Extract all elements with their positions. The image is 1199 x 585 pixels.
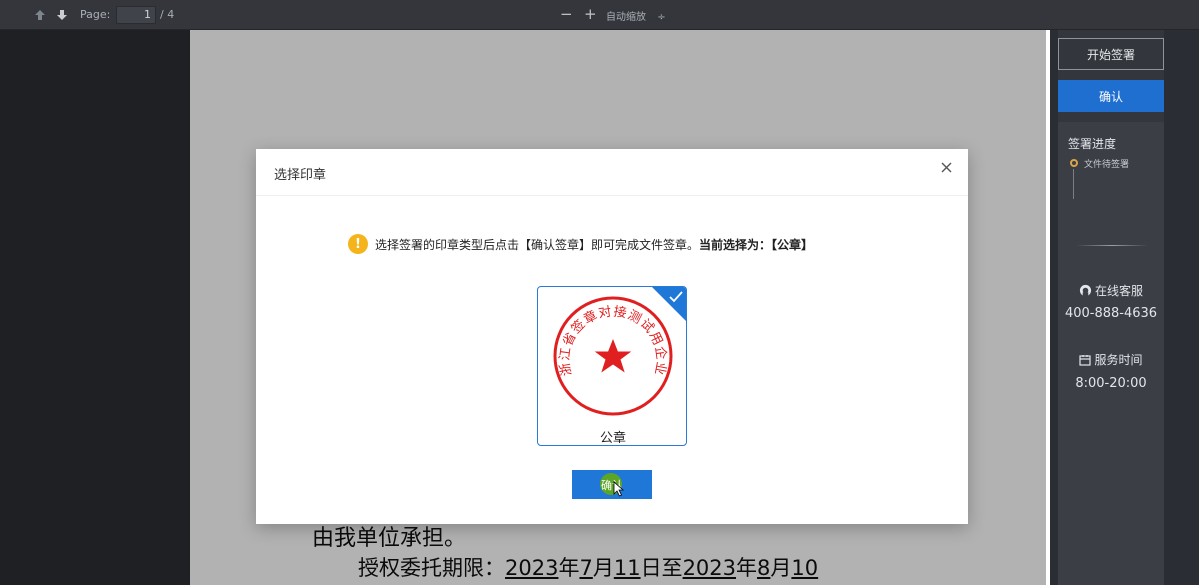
- seal-name: 公章: [599, 431, 626, 446]
- arrow-down-icon: [57, 10, 67, 20]
- zoom-in-button[interactable]: +: [584, 5, 597, 23]
- confirm-button[interactable]: 确认: [1058, 80, 1164, 112]
- close-icon: [941, 162, 951, 172]
- pdf-toolbar: Page: 1 / 4 − + 自动缩放 ÷: [0, 0, 1199, 30]
- notice-text: 选择签署的印章类型后点击【确认签章】即可完成文件签章。: [375, 237, 700, 252]
- next-page-button[interactable]: [54, 6, 70, 24]
- modal-title: 选择印章: [274, 168, 327, 183]
- sign-side-panel: 开始签署 确认 签署进度 文件待签署 在线客服 400-888-4636 服务时…: [1058, 30, 1164, 585]
- seal-option-gongzhang[interactable]: 浙江省签章对接测试用企业 公章: [537, 286, 687, 446]
- mouse-cursor-icon: [613, 481, 625, 497]
- headset-icon: [1079, 284, 1092, 297]
- zoom-select-arrow: ÷: [657, 12, 666, 23]
- progress-item: 文件待签署: [1084, 160, 1130, 170]
- sign-info-card: 签署进度 文件待签署 在线客服 400-888-4636 服务时间 8:00-2…: [1058, 122, 1164, 585]
- page-label: Page:: [80, 8, 111, 21]
- calendar-icon: [1079, 355, 1092, 366]
- progress-title: 签署进度: [1068, 137, 1117, 151]
- service-hours-label: 服务时间: [1094, 353, 1143, 367]
- zoom-select-value: 自动缩放: [606, 12, 646, 23]
- online-service-link[interactable]: 在线客服: [1058, 282, 1164, 299]
- online-service-label: 在线客服: [1094, 284, 1143, 298]
- arrow-up-icon: [35, 10, 45, 20]
- service-phone: 400-888-4636: [1064, 306, 1158, 321]
- zoom-out-button[interactable]: −: [560, 5, 573, 23]
- service-hours-label-row: 服务时间: [1058, 351, 1164, 368]
- start-sign-button[interactable]: 开始签署: [1058, 38, 1164, 70]
- page-total: / 4: [160, 8, 175, 21]
- zoom-select[interactable]: 自动缩放 ÷: [606, 8, 666, 23]
- close-button[interactable]: [938, 159, 954, 175]
- app-root: Page: 1 / 4 − + 自动缩放 ÷ 由我单位承担。 授权委托期限：20…: [0, 0, 1199, 585]
- previous-page-button[interactable]: [32, 6, 48, 24]
- notice-current-selection: 当前选择为：【公章】: [699, 237, 814, 252]
- panel-divider: [1076, 245, 1148, 246]
- modal-header-divider: [256, 195, 968, 196]
- warning-icon: !: [348, 234, 368, 254]
- seal-notice: ! 选择签署的印章类型后点击【确认签章】即可完成文件签章。 当前选择为：【公章】: [348, 233, 813, 255]
- selected-check-icon: [652, 287, 686, 321]
- progress-line: [1073, 169, 1074, 199]
- select-seal-modal: 选择印章 ! 选择签署的印章类型后点击【确认签章】即可完成文件签章。 当前选择为：…: [256, 149, 968, 524]
- service-hours: 8:00-20:00: [1075, 376, 1147, 391]
- confirm-seal-button[interactable]: 确认: [572, 470, 652, 499]
- progress-dot-icon: [1070, 159, 1078, 167]
- page-number-input[interactable]: 1: [116, 6, 156, 24]
